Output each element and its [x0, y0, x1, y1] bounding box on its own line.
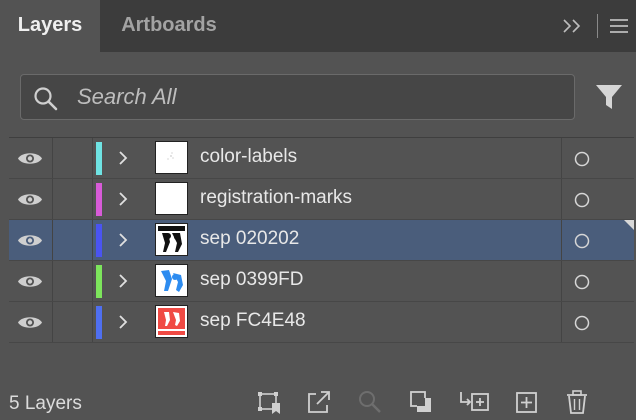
target-circle-icon[interactable] [574, 151, 590, 167]
layer-name[interactable]: color-labels [200, 146, 297, 168]
eye-icon[interactable] [17, 273, 43, 290]
layer-thumbnail [155, 141, 188, 174]
layer-name[interactable]: sep 0399FD [200, 269, 304, 291]
tab-bar-divider [597, 14, 598, 38]
layer-color-indicator [96, 265, 102, 298]
layer-row[interactable]: registration-marks [9, 179, 634, 220]
eye-icon[interactable] [17, 314, 43, 331]
column-divider [52, 302, 53, 342]
make-clipping-mask-icon[interactable] [408, 389, 434, 415]
create-new-layer-icon[interactable] [514, 389, 540, 415]
layer-color-indicator [96, 306, 102, 339]
selected-art-indicator [624, 220, 634, 230]
layers-list: color-labels registration-marks sep 0202… [9, 137, 634, 384]
search-box[interactable] [20, 74, 575, 120]
locate-object-icon[interactable] [357, 389, 383, 415]
expand-chevron-icon[interactable] [117, 191, 129, 207]
target-circle-icon[interactable] [574, 274, 590, 290]
target-circle-icon[interactable] [574, 192, 590, 208]
column-divider [561, 220, 562, 260]
tab-bar: Layers Artboards [0, 0, 636, 52]
column-divider [92, 138, 93, 178]
target-circle-icon[interactable] [574, 315, 590, 331]
collect-for-export-icon[interactable] [256, 389, 282, 415]
collapse-panel-icon[interactable] [561, 14, 585, 38]
column-divider [561, 261, 562, 301]
layer-thumbnail [155, 223, 188, 256]
column-divider [92, 220, 93, 260]
column-divider [52, 261, 53, 301]
target-circle-icon[interactable] [574, 233, 590, 249]
filter-icon[interactable] [594, 82, 624, 112]
column-divider [92, 179, 93, 219]
column-divider [52, 138, 53, 178]
search-input[interactable] [77, 81, 557, 113]
column-divider [52, 220, 53, 260]
layer-row-selected[interactable]: sep 020202 [9, 220, 634, 261]
expand-chevron-icon[interactable] [117, 150, 129, 166]
expand-chevron-icon[interactable] [117, 273, 129, 289]
column-divider [92, 261, 93, 301]
layer-thumbnail [155, 264, 188, 297]
column-divider [561, 179, 562, 219]
create-sublayer-icon[interactable] [458, 389, 490, 415]
expand-chevron-icon[interactable] [117, 232, 129, 248]
layer-thumbnail [155, 182, 188, 215]
layer-name[interactable]: registration-marks [200, 187, 352, 209]
layer-name[interactable]: sep 020202 [200, 228, 299, 250]
panel-menu-icon[interactable] [608, 14, 630, 38]
eye-icon[interactable] [17, 191, 43, 208]
delete-layer-icon[interactable] [564, 389, 590, 415]
eye-icon[interactable] [17, 232, 43, 249]
export-icon[interactable] [306, 389, 332, 415]
tab-layers[interactable]: Layers [0, 0, 100, 52]
layer-name[interactable]: sep FC4E48 [200, 310, 306, 332]
tab-artboards[interactable]: Artboards [100, 0, 238, 52]
eye-icon[interactable] [17, 150, 43, 167]
layer-row[interactable]: sep FC4E48 [9, 302, 634, 343]
column-divider [561, 138, 562, 178]
column-divider [92, 302, 93, 342]
layer-row[interactable]: sep 0399FD [9, 261, 634, 302]
layer-color-indicator [96, 183, 102, 216]
expand-chevron-icon[interactable] [117, 314, 129, 330]
layer-count-label: 5 Layers [9, 393, 82, 414]
layer-row[interactable]: color-labels [9, 138, 634, 179]
column-divider [561, 302, 562, 342]
search-icon [34, 87, 58, 111]
layer-color-indicator [96, 224, 102, 257]
layer-thumbnail [155, 305, 188, 338]
layer-color-indicator [96, 142, 102, 175]
column-divider [52, 179, 53, 219]
